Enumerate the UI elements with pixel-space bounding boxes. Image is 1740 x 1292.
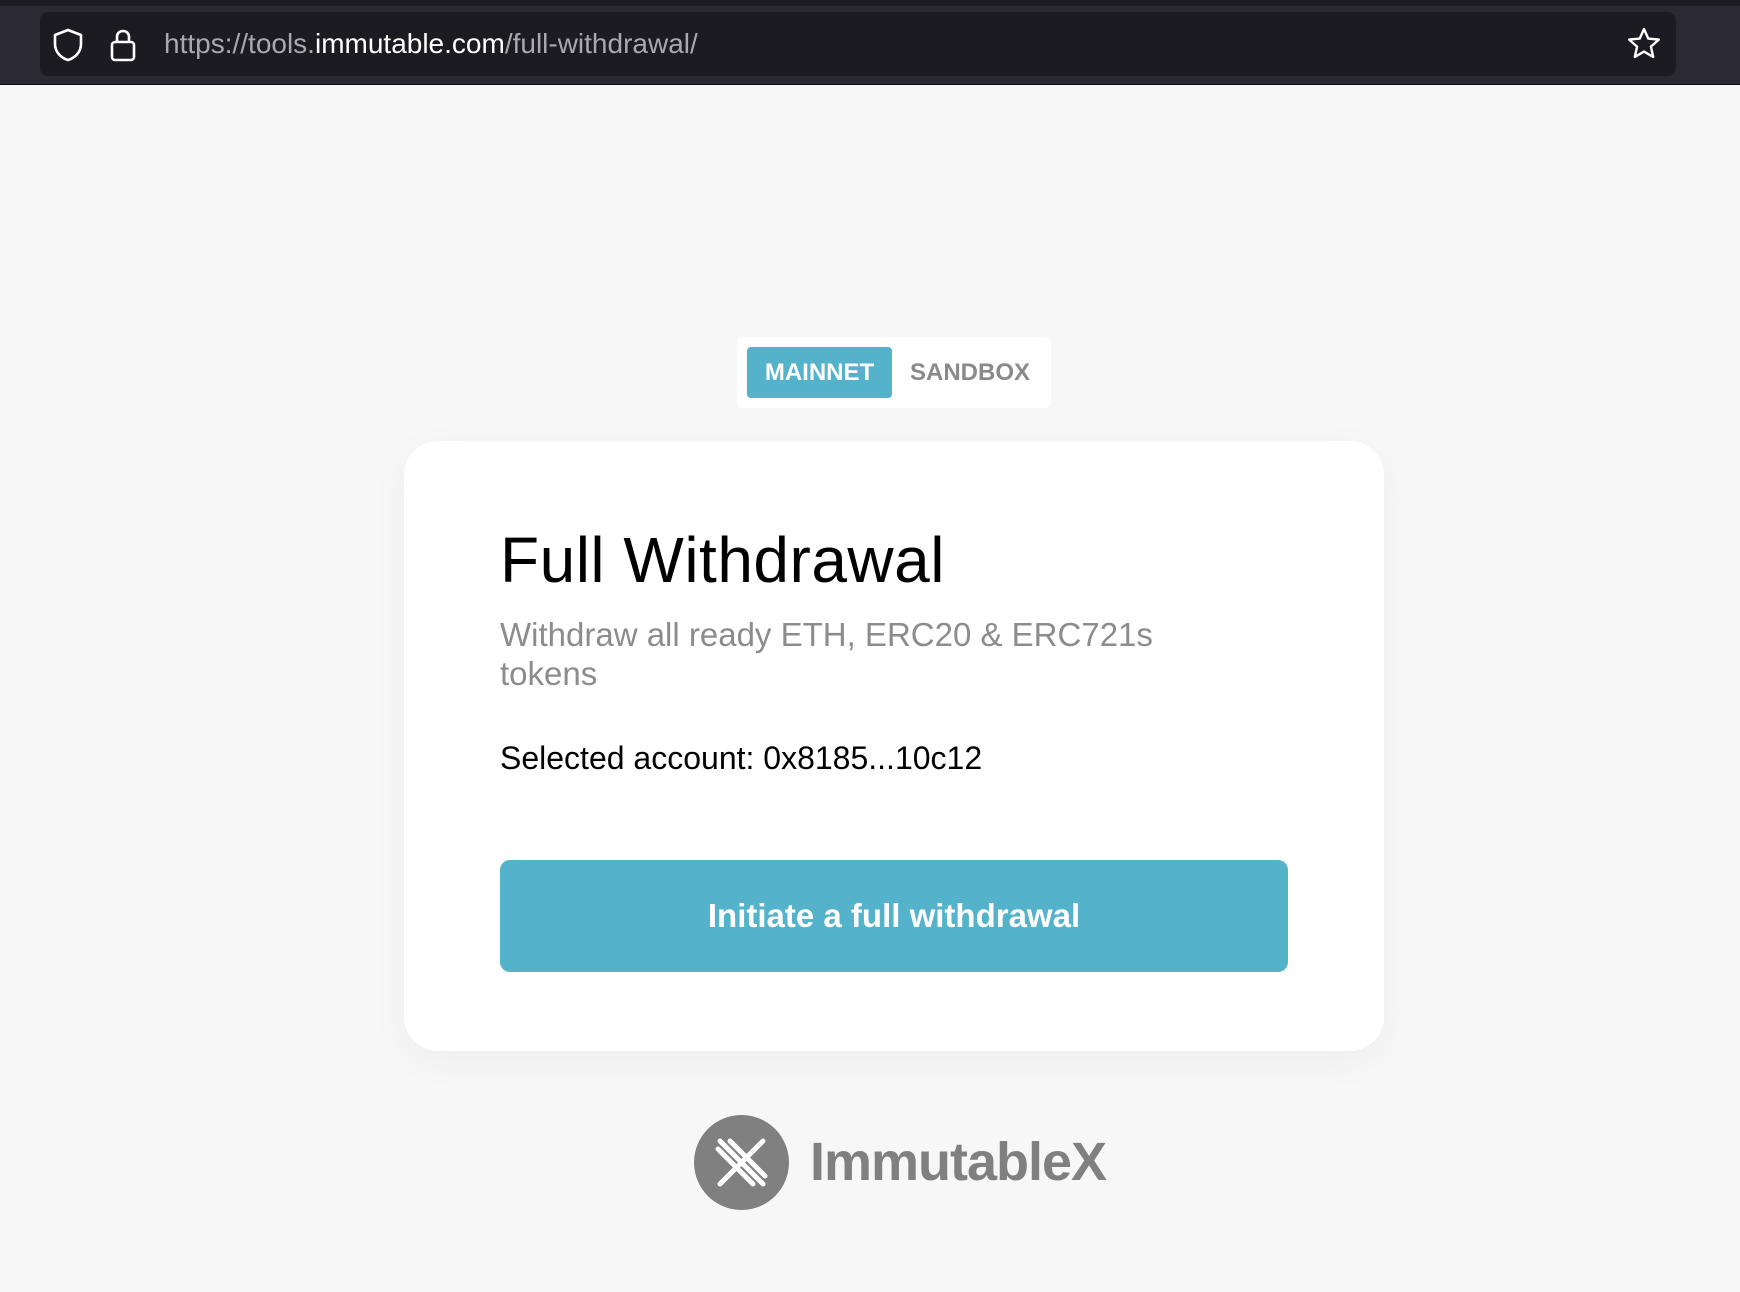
immutablex-logo-icon (694, 1115, 789, 1210)
network-toggle: MAINNET SANDBOX (737, 337, 1051, 408)
lock-icon[interactable] (108, 28, 140, 62)
brand-name: ImmutableX (810, 1132, 1107, 1192)
address-bar[interactable]: https://tools.immutable.com/full-withdra… (40, 12, 1676, 76)
sandbox-button[interactable]: SANDBOX (897, 347, 1043, 398)
url-text[interactable]: https://tools.immutable.com/full-withdra… (164, 12, 698, 76)
shield-icon[interactable] (52, 28, 84, 62)
url-domain: immutable.com (314, 28, 505, 59)
browser-toolbar: https://tools.immutable.com/full-withdra… (0, 0, 1740, 85)
browser-tab-strip (0, 0, 1740, 6)
star-icon[interactable] (1626, 26, 1662, 62)
mainnet-button[interactable]: MAINNET (747, 347, 892, 398)
url-path: /full-withdrawal/ (504, 28, 698, 59)
page-subtitle: Withdraw all ready ETH, ERC20 & ERC721s … (500, 616, 1153, 692)
page-title: Full Withdrawal (500, 524, 945, 596)
withdrawal-card: Full Withdrawal Withdraw all ready ETH, … (404, 441, 1384, 1051)
selected-account: Selected account: 0x8185...10c12 (500, 740, 983, 776)
initiate-withdrawal-button[interactable]: Initiate a full withdrawal (500, 860, 1288, 972)
url-prefix: https://tools. (164, 28, 315, 59)
